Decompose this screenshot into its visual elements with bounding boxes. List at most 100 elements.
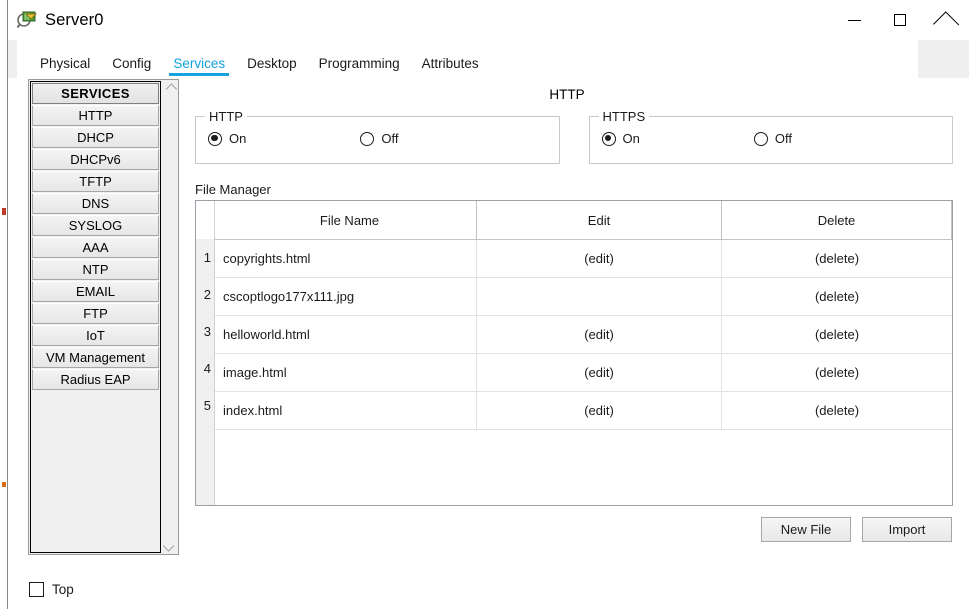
cell-edit-link[interactable]: (edit): [477, 316, 722, 353]
sidebar-item-syslog[interactable]: SYSLOG: [32, 215, 159, 236]
page-title: HTTP: [181, 87, 953, 102]
http-off-radio[interactable]: Off: [360, 131, 398, 146]
tab-strip: Physical Config Services Desktop Program…: [17, 40, 918, 78]
sidebar-item-vm-management[interactable]: VM Management: [32, 347, 159, 368]
new-file-button[interactable]: New File: [761, 517, 851, 542]
sidebar-item-ntp[interactable]: NTP: [32, 259, 159, 280]
window-controls: [831, 0, 969, 40]
cell-delete-link[interactable]: (delete): [722, 240, 952, 277]
services-list: SERVICES HTTP DHCP DHCPv6 TFTP DNS SYSLO…: [30, 81, 161, 553]
table-row[interactable]: image.html (edit) (delete): [215, 354, 952, 392]
https-off-radio[interactable]: Off: [754, 131, 792, 146]
cell-delete-link[interactable]: (delete): [722, 316, 952, 353]
cell-file-name: index.html: [215, 392, 477, 429]
table-header-row: File Name Edit Delete: [215, 201, 952, 240]
tab-strip-container: Physical Config Services Desktop Program…: [8, 40, 969, 78]
gutter-header: [196, 201, 214, 239]
sidebar-item-dns[interactable]: DNS: [32, 193, 159, 214]
table-row[interactable]: index.html (edit) (delete): [215, 392, 952, 430]
protocol-toggles: HTTP On Off HTTPS: [195, 116, 953, 164]
tab-desktop[interactable]: Desktop: [236, 56, 308, 78]
column-header-edit: Edit: [477, 201, 722, 239]
service-detail-panel: HTTP HTTP On Off: [195, 79, 953, 609]
sidebar-item-iot[interactable]: IoT: [32, 325, 159, 346]
row-number: 1: [196, 239, 214, 276]
cell-edit-link: [477, 278, 722, 315]
checkbox-unchecked-icon[interactable]: [29, 582, 44, 597]
https-radio-row: On Off: [590, 131, 953, 146]
row-number-gutter: 1 2 3 4 5: [196, 201, 215, 505]
server-config-window: Server0 Physical Config Services Desktop…: [7, 0, 969, 609]
row-number: 5: [196, 387, 214, 424]
http-on-label: On: [229, 131, 246, 146]
sidebar-item-dhcpv6[interactable]: DHCPv6: [32, 149, 159, 170]
sidebar-item-dhcp[interactable]: DHCP: [32, 127, 159, 148]
https-on-label: On: [623, 131, 640, 146]
http-radio-row: On Off: [196, 131, 559, 146]
tab-attributes[interactable]: Attributes: [411, 56, 490, 78]
cell-edit-link[interactable]: (edit): [477, 354, 722, 391]
sidebar-scrollbar[interactable]: [161, 80, 178, 554]
cell-delete-link[interactable]: (delete): [722, 278, 952, 315]
table-row[interactable]: helloworld.html (edit) (delete): [215, 316, 952, 354]
tab-programming[interactable]: Programming: [308, 56, 411, 78]
cell-delete-link[interactable]: (delete): [722, 354, 952, 391]
cell-file-name: image.html: [215, 354, 477, 391]
row-number: 2: [196, 276, 214, 313]
https-group: HTTPS On Off: [589, 116, 954, 164]
cell-file-name: helloworld.html: [215, 316, 477, 353]
cell-delete-link[interactable]: (delete): [722, 392, 952, 429]
table-row[interactable]: copyrights.html (edit) (delete): [215, 240, 952, 278]
scroll-up-button[interactable]: [161, 80, 178, 97]
radio-selected-icon: [602, 132, 616, 146]
tab-config[interactable]: Config: [101, 56, 162, 78]
backdrop-artifact-1: [2, 208, 6, 215]
radio-selected-icon: [208, 132, 222, 146]
row-number: 3: [196, 313, 214, 350]
tab-physical[interactable]: Physical: [29, 56, 101, 78]
https-off-label: Off: [775, 131, 792, 146]
table-empty-area: [215, 430, 952, 505]
sidebar-header-services: SERVICES: [32, 83, 159, 104]
close-icon: [939, 13, 953, 27]
table-row[interactable]: cscoptlogo177x111.jpg (delete): [215, 278, 952, 316]
sidebar-item-http[interactable]: HTTP: [32, 105, 159, 126]
column-header-file-name: File Name: [215, 201, 477, 239]
tab-services[interactable]: Services: [162, 56, 236, 78]
import-button[interactable]: Import: [862, 517, 952, 542]
sidebar-item-tftp[interactable]: TFTP: [32, 171, 159, 192]
close-button[interactable]: [923, 0, 969, 40]
cell-edit-link[interactable]: (edit): [477, 240, 722, 277]
http-group-legend: HTTP: [205, 109, 247, 124]
top-checkbox-label: Top: [52, 582, 74, 597]
content-area: SERVICES HTTP DHCP DHCPv6 TFTP DNS SYSLO…: [17, 78, 969, 609]
server-magnifier-icon: [16, 9, 38, 31]
maximize-icon: [894, 14, 906, 26]
top-checkbox[interactable]: Top: [29, 582, 74, 597]
column-header-delete: Delete: [722, 201, 952, 239]
file-manager-actions: New File Import: [195, 517, 953, 542]
minimize-button[interactable]: [831, 0, 877, 40]
http-off-label: Off: [381, 131, 398, 146]
services-sidebar: SERVICES HTTP DHCP DHCPv6 TFTP DNS SYSLO…: [28, 79, 179, 555]
chevron-up-icon: [165, 83, 176, 94]
https-group-legend: HTTPS: [599, 109, 650, 124]
backdrop-artifact-2: [2, 482, 6, 487]
title-bar: Server0: [8, 0, 969, 40]
row-number: 4: [196, 350, 214, 387]
cell-file-name: cscoptlogo177x111.jpg: [215, 278, 477, 315]
window-title: Server0: [45, 11, 103, 30]
sidebar-item-email[interactable]: EMAIL: [32, 281, 159, 302]
https-on-radio[interactable]: On: [602, 131, 640, 146]
radio-unselected-icon: [360, 132, 374, 146]
file-grid: File Name Edit Delete copyrights.html (e…: [215, 201, 952, 505]
cell-file-name: copyrights.html: [215, 240, 477, 277]
http-group: HTTP On Off: [195, 116, 560, 164]
maximize-button[interactable]: [877, 0, 923, 40]
sidebar-item-ftp[interactable]: FTP: [32, 303, 159, 324]
cell-edit-link[interactable]: (edit): [477, 392, 722, 429]
sidebar-item-aaa[interactable]: AAA: [32, 237, 159, 258]
scroll-down-button[interactable]: [161, 537, 178, 554]
http-on-radio[interactable]: On: [208, 131, 246, 146]
sidebar-item-radius-eap[interactable]: Radius EAP: [32, 369, 159, 390]
